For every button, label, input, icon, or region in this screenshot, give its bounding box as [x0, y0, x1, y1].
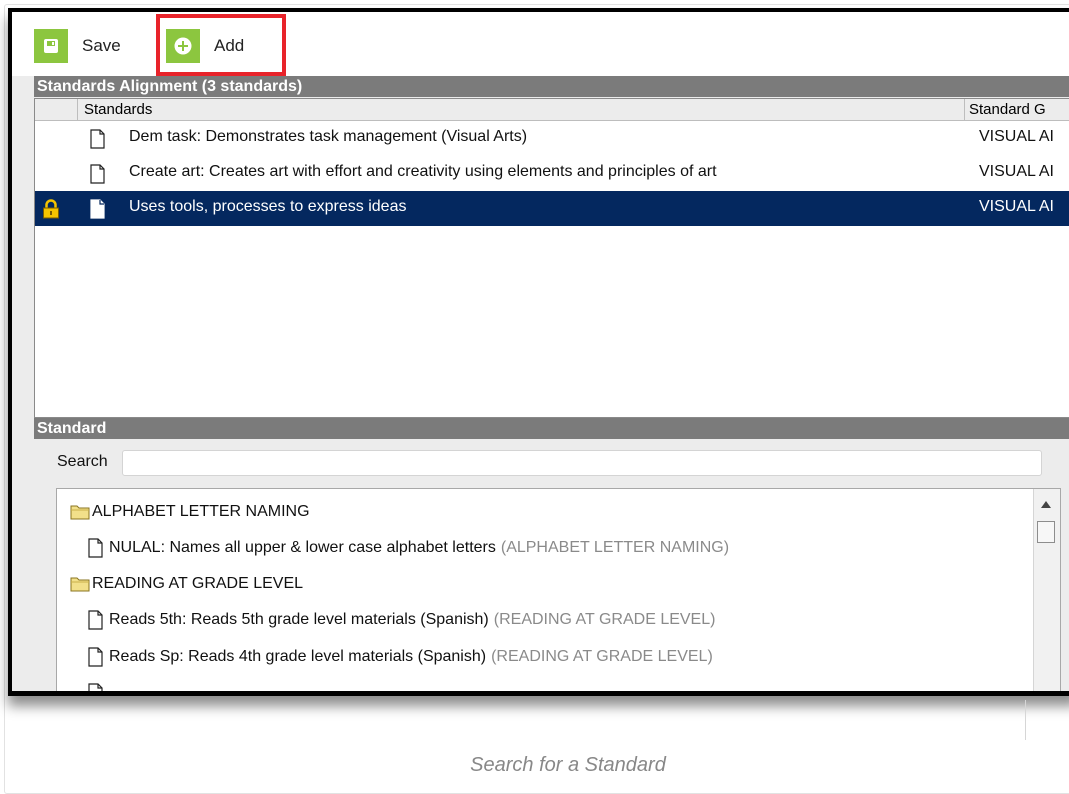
table-row[interactable]: Dem task: Demonstrates task management (…: [35, 121, 1069, 156]
standard-category: (ALPHABET LETTER NAMING): [500, 539, 730, 556]
standard-name: Uses tools, processes to express ideas: [129, 198, 407, 215]
figure-caption: Search for a Standard: [470, 754, 666, 776]
grid-header: Standards Standard G: [35, 99, 1069, 121]
standard-group: VISUAL AI: [979, 128, 1054, 145]
alignment-section-title: Standards Alignment (3 standards): [34, 76, 1069, 97]
document-icon: [90, 129, 105, 154]
tree-standard[interactable]: Reads Sp: Reads 4th grade level material…: [88, 647, 713, 667]
search-input[interactable]: [122, 450, 1042, 476]
save-label: Save: [82, 36, 121, 55]
standard-tree: ALPHABET LETTER NAMING NULAL: Names all …: [56, 488, 1061, 691]
tree-scrollbar[interactable]: [1033, 489, 1060, 691]
screenshot: Save Add Standards Alignment (3 standard…: [8, 8, 1069, 696]
document-icon: [88, 647, 103, 667]
tree-standard-partial[interactable]: [88, 683, 103, 691]
tree-folder[interactable]: READING AT GRADE LEVEL: [70, 575, 303, 593]
tree-folder[interactable]: ALPHABET LETTER NAMING: [70, 503, 310, 521]
standard-name: Dem task: Demonstrates task management (…: [129, 128, 528, 145]
column-divider: [964, 99, 965, 120]
standard-section-title: Standard: [34, 418, 1069, 439]
table-row-selected[interactable]: Uses tools, processes to express ideas V…: [35, 191, 1069, 226]
folder-icon: [70, 505, 90, 520]
standard-category: (READING AT GRADE LEVEL): [493, 611, 716, 628]
folder-label: ALPHABET LETTER NAMING: [92, 503, 310, 520]
save-button[interactable]: Save: [34, 29, 121, 63]
scroll-thumb[interactable]: [1037, 521, 1055, 543]
standard-category: (READING AT GRADE LEVEL): [491, 648, 713, 665]
table-row[interactable]: Create art: Creates art with effort and …: [35, 156, 1069, 191]
add-highlight-box: [156, 14, 286, 76]
standard-name: Create art: Creates art with effort and …: [129, 163, 717, 180]
standard-label: Reads 5th: Reads 5th grade level materia…: [109, 611, 489, 628]
document-icon: [88, 538, 103, 558]
tree-standard[interactable]: NULAL: Names all upper & lower case alph…: [88, 538, 729, 558]
folder-icon: [70, 577, 90, 592]
toolbar: Save Add: [12, 12, 1069, 76]
document-icon: [90, 164, 105, 189]
standard-label: NULAL: Names all upper & lower case alph…: [109, 539, 496, 556]
document-icon: [88, 610, 103, 630]
tree-standard[interactable]: Reads 5th: Reads 5th grade level materia…: [88, 610, 715, 630]
lock-icon: [42, 199, 60, 224]
scroll-up-arrow-icon[interactable]: [1041, 501, 1051, 508]
save-icon: [34, 29, 68, 63]
column-header-standards[interactable]: Standards: [84, 99, 152, 120]
alignment-grid: Standards Standard G Dem task: Demonstra…: [34, 98, 1069, 418]
folder-label: READING AT GRADE LEVEL: [92, 575, 304, 592]
document-icon: [88, 683, 103, 691]
column-header-standard-group[interactable]: Standard G: [969, 99, 1046, 120]
search-label: Search: [57, 453, 108, 470]
document-icon: [90, 199, 105, 224]
gutter-column-header: [35, 99, 78, 120]
standard-group: VISUAL AI: [979, 163, 1054, 180]
standard-group: VISUAL AI: [979, 198, 1054, 215]
divider: [1025, 700, 1026, 740]
app-pane: Save Add Standards Alignment (3 standard…: [12, 12, 1069, 691]
standard-label: Reads Sp: Reads 4th grade level material…: [109, 648, 487, 665]
